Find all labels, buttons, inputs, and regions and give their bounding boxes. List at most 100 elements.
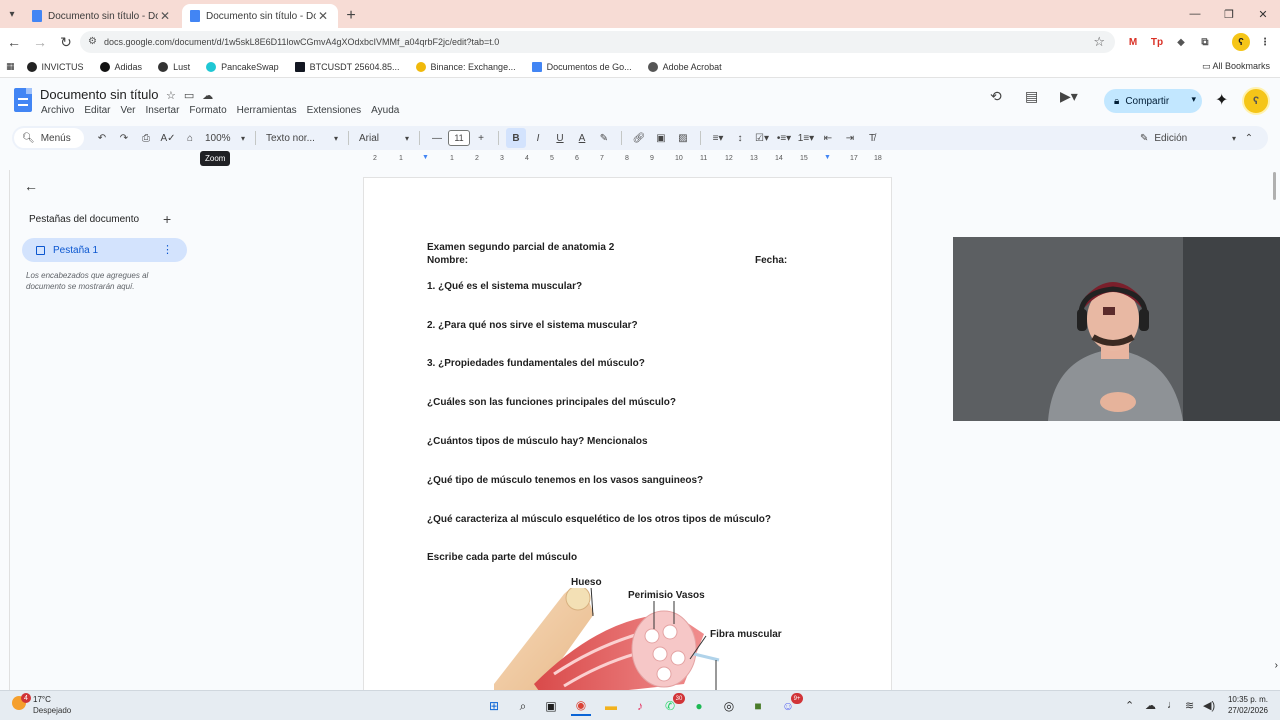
- fecha-label[interactable]: Fecha:: [755, 255, 787, 266]
- scrollbar-thumb[interactable]: [1273, 172, 1276, 200]
- figure-label-perimisio[interactable]: Perimisio Vasos: [627, 590, 706, 601]
- question-2[interactable]: 2. ¿Para qué nos sirve el sistema muscul…: [427, 320, 638, 331]
- bold-button[interactable]: B: [506, 128, 526, 148]
- question-1[interactable]: 1. ¿Qué es el sistema muscular?: [427, 281, 582, 292]
- nombre-label[interactable]: Nombre:: [427, 255, 468, 266]
- document-page[interactable]: Examen segundo parcial de anatomia 2 Nom…: [363, 177, 892, 698]
- numbered-list-icon[interactable]: 1≡▾: [796, 128, 816, 148]
- clear-formatting-icon[interactable]: T̸: [862, 128, 882, 148]
- task-view-icon[interactable]: ▣: [541, 696, 561, 716]
- forward-icon[interactable]: →: [28, 30, 52, 54]
- tp-extension-icon[interactable]: Tp: [1148, 33, 1166, 51]
- browser-tab-active[interactable]: Documento sin título - Docum ✕: [182, 4, 338, 28]
- shield-extension-icon[interactable]: ◆: [1172, 33, 1190, 51]
- system-clock[interactable]: 10:35 p. m. 27/02/2026: [1228, 694, 1268, 716]
- file-explorer-icon[interactable]: ▬: [601, 696, 621, 716]
- align-icon[interactable]: ≡▾: [708, 128, 728, 148]
- editing-mode-dropdown[interactable]: ✎ Edición ▾: [1140, 128, 1236, 148]
- font-dropdown[interactable]: Arial ▾: [355, 128, 413, 148]
- docs-logo-icon[interactable]: [14, 88, 32, 112]
- new-tab-button[interactable]: +: [340, 4, 362, 28]
- menu-ayuda[interactable]: Ayuda: [371, 105, 399, 116]
- question-5[interactable]: ¿Cuántos tipos de músculo hay? Mencional…: [427, 436, 648, 447]
- menu-editar[interactable]: Editar: [84, 105, 110, 116]
- gemini-sparkle-icon[interactable]: ✦: [1215, 90, 1228, 110]
- share-dropdown-icon[interactable]: ▾: [1191, 94, 1196, 105]
- windows-start-icon[interactable]: ⊞: [484, 696, 504, 716]
- close-sidebar-arrow-icon[interactable]: ←: [24, 178, 38, 194]
- menu-archivo[interactable]: Archivo: [41, 105, 74, 116]
- question-7[interactable]: ¿Qué caracteriza al músculo esquelético …: [427, 514, 771, 525]
- bookmark-item[interactable]: PancakeSwap: [206, 61, 279, 72]
- horizontal-ruler[interactable]: 2 1 ▼ 1 2 3 4 5 6 7 8 9 10 11 12 13 14 1…: [362, 154, 892, 166]
- bookmark-item[interactable]: Documentos de Go...: [531, 61, 632, 72]
- bulleted-list-icon[interactable]: •≡▾: [774, 128, 794, 148]
- menu-herramientas[interactable]: Herramientas: [237, 105, 297, 116]
- font-size-field[interactable]: 11: [448, 130, 470, 146]
- obs-icon[interactable]: ◎: [719, 696, 739, 716]
- close-tab-icon[interactable]: ✕: [316, 9, 330, 23]
- question-3[interactable]: 3. ¿Propiedades fundamentales del múscul…: [427, 358, 645, 369]
- menu-formato[interactable]: Formato: [189, 105, 226, 116]
- close-tab-icon[interactable]: ✕: [158, 9, 172, 23]
- discord-icon[interactable]: ☺ 9+: [778, 693, 803, 716]
- extensions-puzzle-icon[interactable]: ⧉: [1196, 33, 1214, 51]
- increase-indent-icon[interactable]: ⇥: [840, 128, 860, 148]
- checklist-icon[interactable]: ☑▾: [752, 128, 772, 148]
- reload-icon[interactable]: ↻: [54, 30, 78, 54]
- bookmark-item[interactable]: INVICTUS: [26, 61, 84, 72]
- spellcheck-icon[interactable]: A✓: [158, 128, 178, 148]
- volume-icon[interactable]: ◀): [1203, 699, 1215, 712]
- bookmark-item[interactable]: Adobe Acrobat: [647, 61, 722, 72]
- indent-marker-icon[interactable]: ▼: [422, 154, 429, 161]
- page-scrollbar[interactable]: ›: [1266, 166, 1280, 690]
- underline-button[interactable]: U: [550, 128, 570, 148]
- site-info-icon[interactable]: ⚙: [88, 36, 97, 47]
- whatsapp-icon[interactable]: ✆ 30: [660, 693, 685, 716]
- insert-comment-icon[interactable]: ▣: [651, 128, 671, 148]
- figure-label-hueso[interactable]: Hueso: [570, 577, 603, 588]
- question-6[interactable]: ¿Qué tipo de músculo tenemos en los vaso…: [427, 475, 703, 486]
- tiktok-icon[interactable]: ♪: [630, 696, 650, 716]
- print-icon[interactable]: ⎙: [136, 128, 156, 148]
- vertical-ruler[interactable]: [0, 170, 10, 690]
- italic-button[interactable]: I: [528, 128, 548, 148]
- document-title[interactable]: Documento sin título: [40, 87, 159, 102]
- tab-options-icon[interactable]: ⋮: [162, 243, 173, 256]
- question-8[interactable]: Escribe cada parte del músculo: [427, 552, 577, 563]
- paint-format-icon[interactable]: ⌂: [180, 128, 200, 148]
- zoom-dropdown[interactable]: 100% ▾: [201, 128, 249, 148]
- menu-insertar[interactable]: Insertar: [146, 105, 180, 116]
- spotify-icon[interactable]: ●: [689, 696, 709, 716]
- profile-avatar-icon[interactable]: ʕ: [1232, 33, 1250, 51]
- bookmark-item[interactable]: Lust: [158, 61, 190, 72]
- menus-search[interactable]: 🔍︎ Menús: [14, 128, 84, 148]
- search-icon[interactable]: ⌕: [513, 696, 533, 716]
- bookmark-item[interactable]: BTCUSDT 25604.85...: [294, 61, 400, 72]
- figure-label-fibra[interactable]: Fibra muscular: [709, 629, 783, 640]
- url-field[interactable]: ⚙ docs.google.com/document/d/1w5skL8E6D1…: [80, 31, 1115, 53]
- move-folder-icon[interactable]: ▭: [184, 89, 194, 102]
- decrease-font-size-icon[interactable]: —: [427, 128, 447, 148]
- line-spacing-icon[interactable]: ↕: [730, 128, 750, 148]
- account-avatar[interactable]: ʕ: [1242, 87, 1270, 115]
- chrome-icon[interactable]: ◉: [571, 696, 591, 716]
- all-bookmarks-button[interactable]: ▭ All Bookmarks: [1202, 61, 1270, 72]
- menu-extensiones[interactable]: Extensiones: [307, 105, 361, 116]
- sidebar-item-tab-1[interactable]: Pestaña 1 ⋮: [22, 238, 187, 262]
- document-heading[interactable]: Examen segundo parcial de anatomia 2: [427, 242, 614, 253]
- undo-icon[interactable]: ↶: [92, 128, 112, 148]
- browser-tab[interactable]: Documento sin título - Docum ✕: [24, 4, 180, 28]
- decrease-indent-icon[interactable]: ⇤: [818, 128, 838, 148]
- bookmark-item[interactable]: Adidas: [99, 61, 142, 72]
- text-color-icon[interactable]: A: [572, 128, 592, 148]
- browser-menu-icon[interactable]: ⋮: [1256, 33, 1274, 51]
- share-button[interactable]: 🔒︎ Compartir ▾: [1104, 89, 1202, 113]
- bookmark-star-icon[interactable]: ☆: [1093, 34, 1105, 50]
- right-indent-marker-icon[interactable]: ▼: [824, 154, 831, 161]
- version-history-icon[interactable]: ⟲: [990, 88, 1002, 105]
- redo-icon[interactable]: ↷: [114, 128, 134, 148]
- minecraft-icon[interactable]: ■: [748, 696, 768, 716]
- bookmark-item[interactable]: Binance: Exchange...: [415, 61, 516, 72]
- cloud-status-icon[interactable]: ☁: [202, 89, 213, 102]
